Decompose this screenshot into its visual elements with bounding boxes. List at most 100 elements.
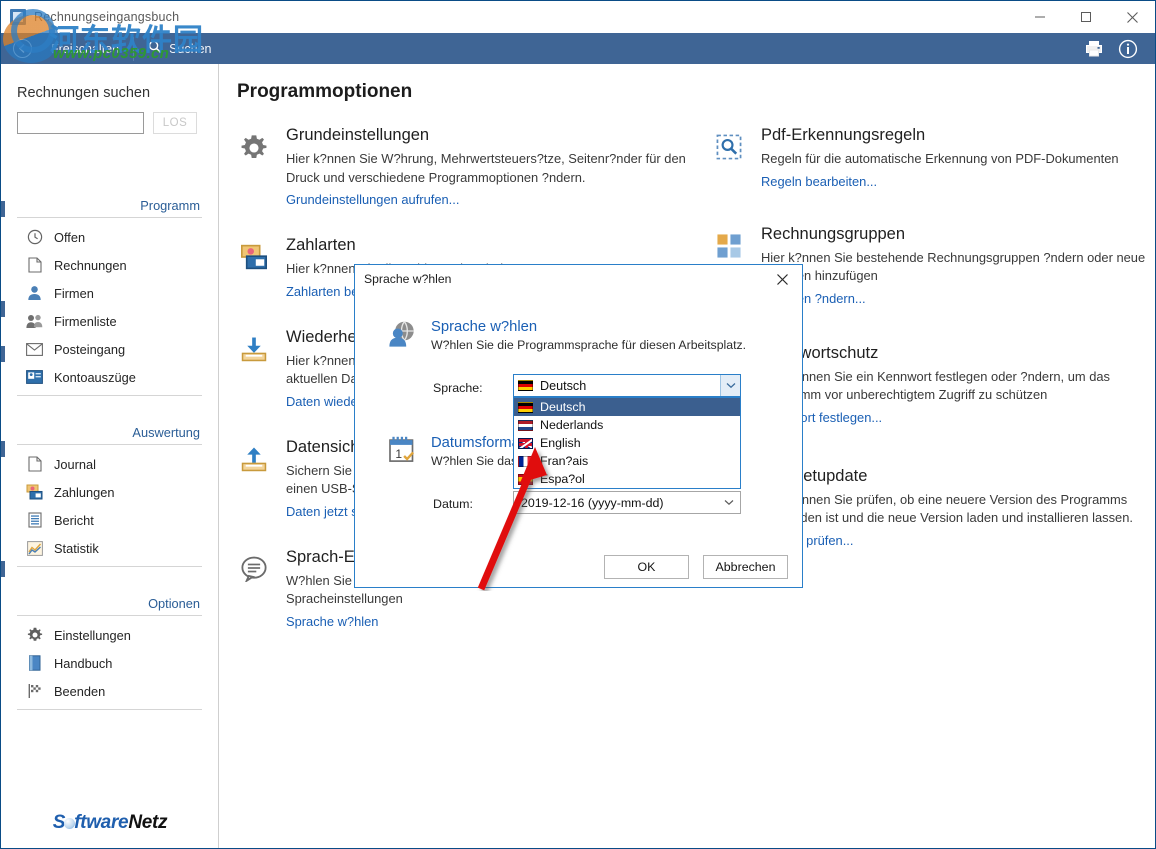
- sidebar-item-label: Handbuch: [54, 656, 112, 671]
- language-dropdown-list[interactable]: Deutsch Nederlands English Fran?ais Espa…: [513, 397, 741, 489]
- document-icon: [26, 456, 43, 473]
- sidebar-item-label: Kontoauszüge: [54, 370, 136, 385]
- clock-icon: [26, 229, 43, 246]
- speech-bubble-icon: [237, 546, 271, 629]
- person-icon: [26, 285, 43, 302]
- language-option-francais[interactable]: Fran?ais: [514, 452, 740, 470]
- option-link[interactable]: Regeln bearbeiten...: [761, 174, 1147, 189]
- option-link[interactable]: Update prüfen...: [761, 533, 1147, 548]
- page-title: Programmoptionen: [237, 81, 412, 103]
- sidebar-item-label: Rechnungen: [54, 258, 127, 273]
- sidebar-item-label: Firmen: [54, 286, 94, 301]
- language-option-nederlands[interactable]: Nederlands: [514, 416, 740, 434]
- option-link[interactable]: Gruppen ?ndern...: [761, 291, 1147, 306]
- chevron-down-icon[interactable]: [720, 375, 740, 396]
- sidebar-item-beenden[interactable]: Beenden: [17, 677, 202, 705]
- language-option-espanol[interactable]: Espa?ol: [514, 470, 740, 488]
- language-option-label: Espa?ol: [540, 472, 585, 486]
- flag-nl-icon: [518, 420, 533, 431]
- title-bar: Rechnungseingangsbuch: [1, 1, 1155, 33]
- flag-de-icon: [518, 402, 533, 413]
- sidebar-item-label: Bericht: [54, 513, 94, 528]
- search-go-button[interactable]: LOS: [153, 112, 197, 134]
- sidebar: Rechnungen suchen LOS Programm Offen Rec…: [1, 64, 219, 848]
- date-format-value: 2019-12-16 (yyyy-mm-dd): [521, 496, 718, 510]
- globe-person-icon: [385, 319, 419, 352]
- sidebar-item-kontoauszuege[interactable]: Kontoauszüge: [17, 363, 202, 391]
- info-icon[interactable]: [1113, 35, 1143, 63]
- language-option-deutsch[interactable]: Deutsch: [514, 398, 740, 416]
- sidebar-search-title: Rechnungen suchen: [17, 85, 202, 101]
- maximize-icon[interactable]: [1063, 1, 1109, 33]
- close-icon[interactable]: [1109, 1, 1155, 33]
- cancel-button[interactable]: Abbrechen: [703, 555, 788, 579]
- sidebar-item-label: Statistik: [54, 541, 99, 556]
- envelope-icon: [26, 341, 43, 358]
- dialog-title: Sprache w?hlen: [364, 272, 451, 286]
- date-format-select[interactable]: 2019-12-16 (yyyy-mm-dd): [513, 491, 741, 514]
- book-icon: [26, 655, 43, 672]
- sidebar-item-firmen[interactable]: Firmen: [17, 279, 202, 307]
- option-heading: Zahlarten: [286, 234, 687, 256]
- option-link[interactable]: Grundeinstellungen aufrufen...: [286, 192, 687, 207]
- option-heading: Internetupdate: [761, 465, 1147, 487]
- language-field-label: Sprache:: [433, 381, 483, 395]
- sidebar-item-bericht[interactable]: Bericht: [17, 506, 202, 534]
- close-icon[interactable]: [762, 266, 802, 292]
- flag-icon: [26, 683, 43, 700]
- unlock-button[interactable]: Freischalten: [37, 33, 133, 64]
- application-window: Rechnungseingangsbuch Freischalten Suche…: [0, 0, 1156, 849]
- flag-gb-icon: [518, 438, 533, 449]
- back-arrow-icon[interactable]: [7, 38, 37, 60]
- option-link[interactable]: Sprache w?hlen: [286, 614, 687, 629]
- search-label: Suchen: [169, 42, 211, 56]
- calendar-icon: 1: [385, 435, 419, 468]
- brand-part-2: ftware: [74, 812, 128, 833]
- chevron-down-icon[interactable]: [718, 499, 740, 506]
- sidebar-item-offen[interactable]: Offen: [17, 223, 202, 251]
- sidebar-item-label: Offen: [54, 230, 85, 245]
- option-description: Hier k?nnen Sie W?hrung, Mehrwertsteuers…: [286, 150, 687, 187]
- sidebar-item-statistik[interactable]: Statistik: [17, 534, 202, 562]
- search-input[interactable]: [17, 112, 144, 134]
- payment-card-icon: [237, 234, 271, 299]
- search-button[interactable]: Suchen: [134, 33, 225, 64]
- sidebar-group-label-optionen: Optionen: [17, 596, 202, 611]
- option-link[interactable]: Kennwort festlegen...: [761, 410, 1147, 425]
- sidebar-group-label-programm: Programm: [17, 198, 202, 213]
- sidebar-divider: [17, 709, 202, 710]
- printer-icon[interactable]: [1079, 35, 1109, 63]
- dialog-title-bar: Sprache w?hlen: [355, 265, 802, 293]
- gear-icon: [237, 124, 271, 207]
- option-description: Hier k?nnen Sie prüfen, ob eine neuere V…: [761, 491, 1147, 528]
- language-combobox[interactable]: Deutsch: [513, 374, 741, 397]
- sidebar-item-journal[interactable]: Journal: [17, 450, 202, 478]
- date-field-label: Datum:: [433, 497, 473, 511]
- option-description: Hier k?nnen Sie bestehende Rechnungsgrup…: [761, 249, 1147, 286]
- sidebar-divider: [17, 615, 202, 616]
- minimize-icon[interactable]: [1017, 1, 1063, 33]
- chart-icon: [26, 540, 43, 557]
- window-edge-marks: [1, 1, 5, 849]
- flag-de-icon: [518, 380, 533, 391]
- sidebar-item-zahlungen[interactable]: Zahlungen: [17, 478, 202, 506]
- option-heading: Rechnungsgruppen: [761, 223, 1147, 245]
- sidebar-item-rechnungen[interactable]: Rechnungen: [17, 251, 202, 279]
- sidebar-item-einstellungen[interactable]: Einstellungen: [17, 621, 202, 649]
- brand-part-3: Netz: [128, 812, 167, 833]
- option-description: Hier k?nnen Sie ein Kennwort festlegen o…: [761, 368, 1147, 405]
- sidebar-item-posteingang[interactable]: Posteingang: [17, 335, 202, 363]
- report-icon: [26, 512, 43, 529]
- language-combobox-value: Deutsch: [540, 379, 720, 393]
- sidebar-divider: [17, 395, 202, 396]
- option-heading: Grundeinstellungen: [286, 124, 687, 146]
- flag-fr-icon: [518, 456, 533, 467]
- sidebar-item-label: Einstellungen: [54, 628, 131, 643]
- language-option-english[interactable]: English: [514, 434, 740, 452]
- sidebar-item-handbuch[interactable]: Handbuch: [17, 649, 202, 677]
- app-icon: [10, 9, 26, 25]
- sidebar-item-firmenliste[interactable]: Firmenliste: [17, 307, 202, 335]
- ok-button[interactable]: OK: [604, 555, 689, 579]
- option-description: Regeln für die automatische Erkennung vo…: [761, 150, 1147, 169]
- sidebar-item-label: Firmenliste: [54, 314, 117, 329]
